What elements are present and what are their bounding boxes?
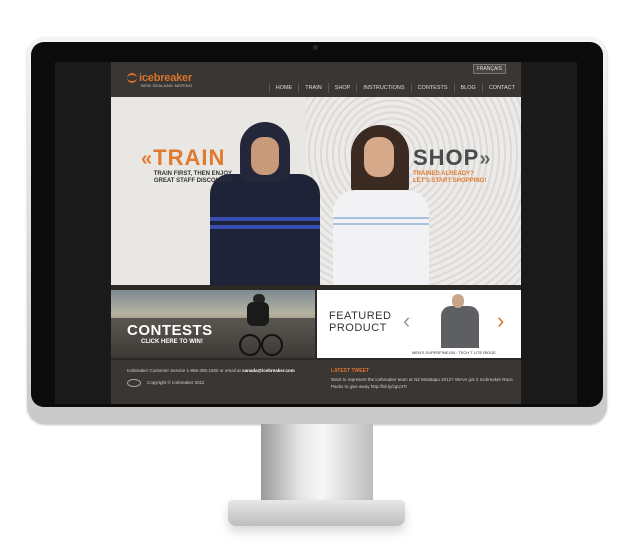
email-link[interactable]: canada@icebreaker.com (242, 368, 295, 373)
main-nav: HOME TRAIN SHOP INSTRUCTIONS CONTESTS BL… (268, 83, 521, 93)
monitor-stand-foot (228, 500, 405, 526)
nav-shop[interactable]: SHOP (327, 83, 357, 93)
logo-mark-icon (127, 73, 137, 84)
monitor-stand-neck (261, 424, 373, 509)
shop-title: SHOP (413, 145, 480, 170)
shop-sub-line: LET'S START SHOPPING! (413, 178, 487, 184)
contests-banner[interactable]: CONTESTS CLICK HERE TO WIN! (111, 290, 315, 358)
shop-link[interactable]: SHOP» (413, 145, 491, 171)
nav-contests[interactable]: CONTESTS (410, 83, 454, 93)
hero-banner: «TRAIN TRAIN FIRST, THEN ENJOY GREAT STA… (111, 97, 521, 285)
site-header: FRANÇAIS icebreaker NEW ZEALAND MERINO H… (111, 62, 521, 97)
man-face (251, 137, 279, 175)
hoodie-stripe (210, 217, 320, 221)
top-stripe (333, 223, 429, 225)
site-footer: Icebreaker Customer Service 1-866-395-15… (111, 360, 521, 404)
chevron-left-icon[interactable]: ‹ (403, 308, 410, 334)
featured-product-panel: FEATURED PRODUCT ‹ › MEN'S SUPERFINE150 … (317, 290, 521, 358)
featured-title-line: FEATURED (329, 310, 392, 322)
double-chevron-left-icon: « (141, 148, 154, 170)
language-button[interactable]: FRANÇAIS (472, 64, 506, 74)
apple-logo-icon (309, 402, 323, 416)
train-subtitle: TRAIN FIRST, THEN ENJOY GREAT STAFF DISC… (146, 171, 232, 185)
website: FRANÇAIS icebreaker NEW ZEALAND MERINO H… (111, 62, 521, 404)
model-head (452, 294, 464, 308)
site-tagline: NEW ZEALAND MERINO (141, 83, 193, 88)
contests-subtitle: CLICK HERE TO WIN! (141, 339, 203, 345)
train-sub-line: TRAIN FIRST, THEN ENJOY (153, 171, 232, 177)
double-chevron-right-icon: » (479, 148, 492, 170)
shop-sub-line: TRAINED ALREADY? (413, 171, 474, 177)
nav-home[interactable]: HOME (268, 83, 299, 93)
nav-instructions[interactable]: INSTRUCTIONS (356, 83, 411, 93)
man-hoodie (210, 174, 320, 285)
train-link[interactable]: «TRAIN (141, 145, 225, 171)
hoodie-stripe (210, 225, 320, 229)
product-caption[interactable]: MEN'S SUPERFINE150 : TECH T LITE RIDGE (412, 350, 496, 355)
camera-icon (313, 45, 318, 50)
chevron-right-icon[interactable]: › (497, 308, 504, 334)
nav-blog[interactable]: BLOG (453, 83, 482, 93)
product-photo[interactable] (435, 292, 485, 348)
nav-contact[interactable]: CONTACT (481, 83, 521, 93)
featured-title: FEATURED PRODUCT (329, 310, 391, 334)
contests-title: CONTESTS (127, 322, 213, 339)
nav-train[interactable]: TRAIN (298, 83, 328, 93)
woman-face (364, 137, 394, 177)
woman-top (333, 190, 429, 285)
train-title: TRAIN (153, 145, 226, 170)
customer-service-text: Icebreaker Customer Service 1-866-395-15… (127, 368, 295, 373)
bike-wheel (239, 334, 261, 356)
copyright-text: Copyright © Icebreaker 2011 (147, 380, 205, 386)
footer-logo-icon (127, 379, 141, 387)
cyclist-photo (239, 294, 283, 356)
featured-title-line: PRODUCT (329, 322, 387, 334)
train-sub-line: GREAT STAFF DISCOUNTS (153, 178, 232, 184)
top-stripe (333, 217, 429, 219)
shop-subtitle: TRAINED ALREADY? LET'S START SHOPPING! (413, 171, 486, 185)
latest-tweet-text[interactable]: Want to represent the icebreaker team at… (331, 376, 516, 390)
screen: FRANÇAIS icebreaker NEW ZEALAND MERINO H… (55, 62, 577, 404)
service-text: Icebreaker Customer Service 1-866-395-15… (127, 368, 241, 373)
bike-wheel (261, 334, 283, 356)
cyclist-body (247, 302, 269, 326)
copyright: Copyright © Icebreaker 2011 (127, 379, 204, 387)
latest-tweet-heading: LATEST TWEET (331, 368, 369, 374)
product-garment (441, 306, 479, 348)
